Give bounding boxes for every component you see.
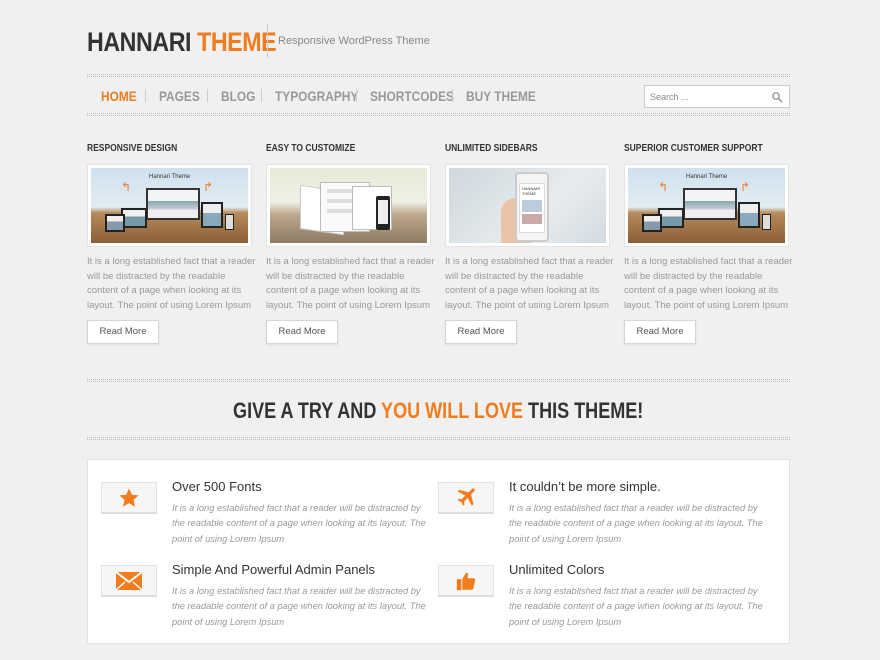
cta-part3: THIS THEME! (523, 398, 644, 423)
nav-separator (261, 89, 262, 102)
card-image[interactable]: HANNARI THEME (445, 164, 610, 247)
card-image[interactable] (266, 164, 431, 247)
nav-separator (452, 89, 453, 102)
cta-top-divider (87, 379, 790, 382)
search-box (644, 85, 790, 108)
phone-image (376, 196, 390, 230)
logo-part1: HANNARI (87, 27, 192, 57)
nav-item-pages[interactable]: PAGES (159, 88, 200, 104)
card-text: It is a long established fact that a rea… (624, 256, 793, 311)
phone-image: HANNARI THEME (515, 172, 549, 242)
image-caption: Hannari Theme (686, 174, 728, 180)
tablet-image (738, 202, 760, 228)
arrow-icon: ↱ (740, 180, 751, 194)
card-title: RESPONSIVE DESIGN (87, 143, 178, 154)
feature-title: Simple And Powerful Admin Panels (172, 562, 376, 577)
monitor-image (146, 188, 200, 220)
nav-item-typography[interactable]: TYPOGRAPHY (275, 88, 358, 104)
card-text: It is a long established fact that a rea… (87, 256, 256, 311)
laptop-image (642, 214, 662, 232)
nav-separator (356, 89, 357, 102)
feature-card: RESPONSIVE DESIGN Hannari Theme ↰ ↱ It i… (87, 143, 255, 344)
feature-title: Over 500 Fonts (172, 479, 262, 494)
image-caption: Hannari Theme (149, 174, 191, 180)
site-logo[interactable]: HANNARI THEME (87, 27, 277, 58)
nav-item-buy-theme[interactable]: BUY THEME (466, 88, 536, 104)
read-more-button[interactable]: Read More (266, 320, 338, 344)
nav-separator (207, 89, 208, 102)
nav-bottom-divider (87, 113, 790, 116)
card-text: It is a long established fact that a rea… (445, 256, 614, 311)
feature-item: Over 500 Fonts It is a long established … (101, 479, 431, 557)
nav-item-blog[interactable]: BLOG (221, 88, 255, 104)
arrow-icon: ↱ (203, 180, 214, 194)
arrow-icon: ↰ (658, 180, 669, 194)
search-input[interactable] (645, 86, 765, 107)
nav-top-divider (87, 74, 790, 77)
envelope-icon (101, 565, 157, 597)
laptop-image (105, 214, 125, 232)
cta-highlight: YOU WILL LOVE (381, 398, 524, 423)
star-icon (101, 482, 157, 514)
feature-card: EASY TO CUSTOMIZE It is a long establish… (266, 143, 434, 344)
search-icon[interactable] (771, 91, 783, 103)
feature-text: It is a long established fact that a rea… (509, 586, 763, 627)
phone-image (762, 214, 771, 230)
feature-text: It is a long established fact that a rea… (509, 503, 763, 544)
site-tagline: Responsive WordPress Theme (278, 35, 430, 47)
read-more-button[interactable]: Read More (624, 320, 696, 344)
card-title: SUPERIOR CUSTOMER SUPPORT (624, 143, 763, 154)
feature-text: It is a long established fact that a rea… (172, 586, 426, 627)
feature-item: Simple And Powerful Admin Panels It is a… (101, 562, 431, 640)
card-image[interactable]: Hannari Theme ↰ ↱ (624, 164, 789, 247)
feature-item: Unlimited Colors It is a long establishe… (438, 562, 768, 640)
read-more-button[interactable]: Read More (87, 320, 159, 344)
feature-text: It is a long established fact that a rea… (172, 503, 426, 544)
phone-image (225, 214, 234, 230)
card-text: It is a long established fact that a rea… (266, 256, 435, 311)
feature-card: SUPERIOR CUSTOMER SUPPORT Hannari Theme … (624, 143, 792, 344)
nav-item-home[interactable]: HOME (101, 88, 137, 104)
thumbs-up-icon (438, 565, 494, 597)
feature-item: It couldn’t be more simple. It is a long… (438, 479, 768, 557)
arrow-icon: ↰ (121, 180, 132, 194)
logo-part2: THEME (197, 27, 277, 57)
airplane-icon (438, 482, 494, 514)
image-caption: HANNARI THEME (522, 186, 541, 196)
site-header: HANNARI THEME Responsive WordPress Theme (87, 24, 790, 58)
feature-title: Unlimited Colors (509, 562, 605, 577)
cta-bottom-divider (87, 437, 790, 440)
monitor-image (683, 188, 737, 220)
cta-part1: GIVE A TRY AND (233, 398, 382, 423)
features-panel: Over 500 Fonts It is a long established … (87, 459, 790, 644)
card-image[interactable]: Hannari Theme ↰ ↱ (87, 164, 252, 247)
feature-title: It couldn’t be more simple. (509, 479, 661, 494)
card-title: UNLIMITED SIDEBARS (445, 143, 538, 154)
header-divider (267, 24, 268, 58)
feature-card: UNLIMITED SIDEBARS HANNARI THEME It is a… (445, 143, 613, 344)
cta-heading: GIVE A TRY AND YOU WILL LOVE THIS THEME! (87, 398, 790, 424)
nav-item-shortcodes[interactable]: SHORTCODES (370, 88, 454, 104)
tablet-image (201, 202, 223, 228)
read-more-button[interactable]: Read More (445, 320, 517, 344)
nav-separator (145, 89, 146, 102)
card-title: EASY TO CUSTOMIZE (266, 143, 356, 154)
